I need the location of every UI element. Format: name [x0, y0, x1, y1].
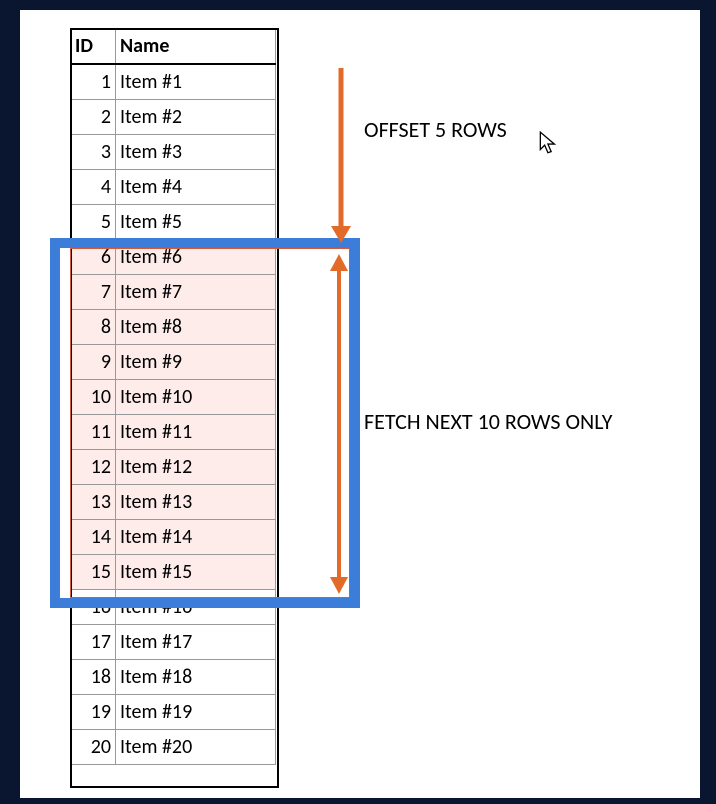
cell-name: Item #18: [116, 660, 276, 695]
arrow-fetch-icon: [326, 254, 352, 594]
cell-id: 2: [71, 100, 116, 135]
annotation-offset: OFFSET 5 ROWS: [364, 116, 507, 143]
cell-id: 17: [71, 625, 116, 660]
table-row: 12Item #12: [71, 450, 276, 485]
col-header-name: Name: [116, 29, 276, 65]
table-row: 7Item #7: [71, 275, 276, 310]
cell-id: 10: [71, 380, 116, 415]
cell-name: Item #15: [116, 555, 276, 590]
cell-id: 6: [71, 240, 116, 275]
cell-name: Item #20: [116, 730, 276, 765]
table-header-row: ID Name: [71, 29, 276, 65]
table-row: 20Item #20: [71, 730, 276, 765]
table-row: 10Item #10: [71, 380, 276, 415]
cell-id: 7: [71, 275, 116, 310]
cell-name: Item #17: [116, 625, 276, 660]
arrow-offset-icon: [328, 68, 354, 243]
cell-id: 19: [71, 695, 116, 730]
cell-name: Item #12: [116, 450, 276, 485]
table-row: 1Item #1: [71, 64, 276, 100]
diagram-stage: ID Name 1Item #12Item #23Item #34Item #4…: [20, 10, 700, 798]
cell-id: 3: [71, 135, 116, 170]
table-row: 16Item #16: [71, 590, 276, 625]
cell-id: 5: [71, 205, 116, 240]
cell-id: 4: [71, 170, 116, 205]
table-row: 9Item #9: [71, 345, 276, 380]
table-row: 18Item #18: [71, 660, 276, 695]
cell-name: Item #11: [116, 415, 276, 450]
cell-id: 16: [71, 590, 116, 625]
cell-name: Item #8: [116, 310, 276, 345]
cell-id: 1: [71, 64, 116, 100]
table-row: 3Item #3: [71, 135, 276, 170]
cell-id: 13: [71, 485, 116, 520]
table-row: 6Item #6: [71, 240, 276, 275]
cell-name: Item #16: [116, 590, 276, 625]
table-row: 4Item #4: [71, 170, 276, 205]
cell-id: 9: [71, 345, 116, 380]
cell-id: 11: [71, 415, 116, 450]
col-header-id: ID: [71, 29, 116, 65]
cell-id: 14: [71, 520, 116, 555]
cell-name: Item #1: [116, 64, 276, 100]
table-body: 1Item #12Item #23Item #34Item #45Item #5…: [71, 64, 276, 765]
items-table: ID Name 1Item #12Item #23Item #34Item #4…: [70, 28, 276, 765]
table-row: 5Item #5: [71, 205, 276, 240]
cell-name: Item #7: [116, 275, 276, 310]
cursor-icon: [538, 130, 560, 156]
cell-name: Item #9: [116, 345, 276, 380]
table-row: 8Item #8: [71, 310, 276, 345]
cell-name: Item #3: [116, 135, 276, 170]
cell-name: Item #6: [116, 240, 276, 275]
cell-name: Item #14: [116, 520, 276, 555]
table-row: 14Item #14: [71, 520, 276, 555]
cell-name: Item #2: [116, 100, 276, 135]
cell-name: Item #13: [116, 485, 276, 520]
table-row: 17Item #17: [71, 625, 276, 660]
cell-id: 18: [71, 660, 116, 695]
cell-name: Item #5: [116, 205, 276, 240]
annotation-fetch: FETCH NEXT 10 ROWS ONLY: [364, 408, 612, 435]
cell-name: Item #4: [116, 170, 276, 205]
cell-id: 8: [71, 310, 116, 345]
cell-id: 20: [71, 730, 116, 765]
cell-name: Item #19: [116, 695, 276, 730]
slide: ID Name 1Item #12Item #23Item #34Item #4…: [20, 10, 700, 798]
table-row: 13Item #13: [71, 485, 276, 520]
cell-id: 15: [71, 555, 116, 590]
table-row: 19Item #19: [71, 695, 276, 730]
cell-name: Item #10: [116, 380, 276, 415]
cell-id: 12: [71, 450, 116, 485]
table-row: 15Item #15: [71, 555, 276, 590]
table-row: 2Item #2: [71, 100, 276, 135]
table-row: 11Item #11: [71, 415, 276, 450]
